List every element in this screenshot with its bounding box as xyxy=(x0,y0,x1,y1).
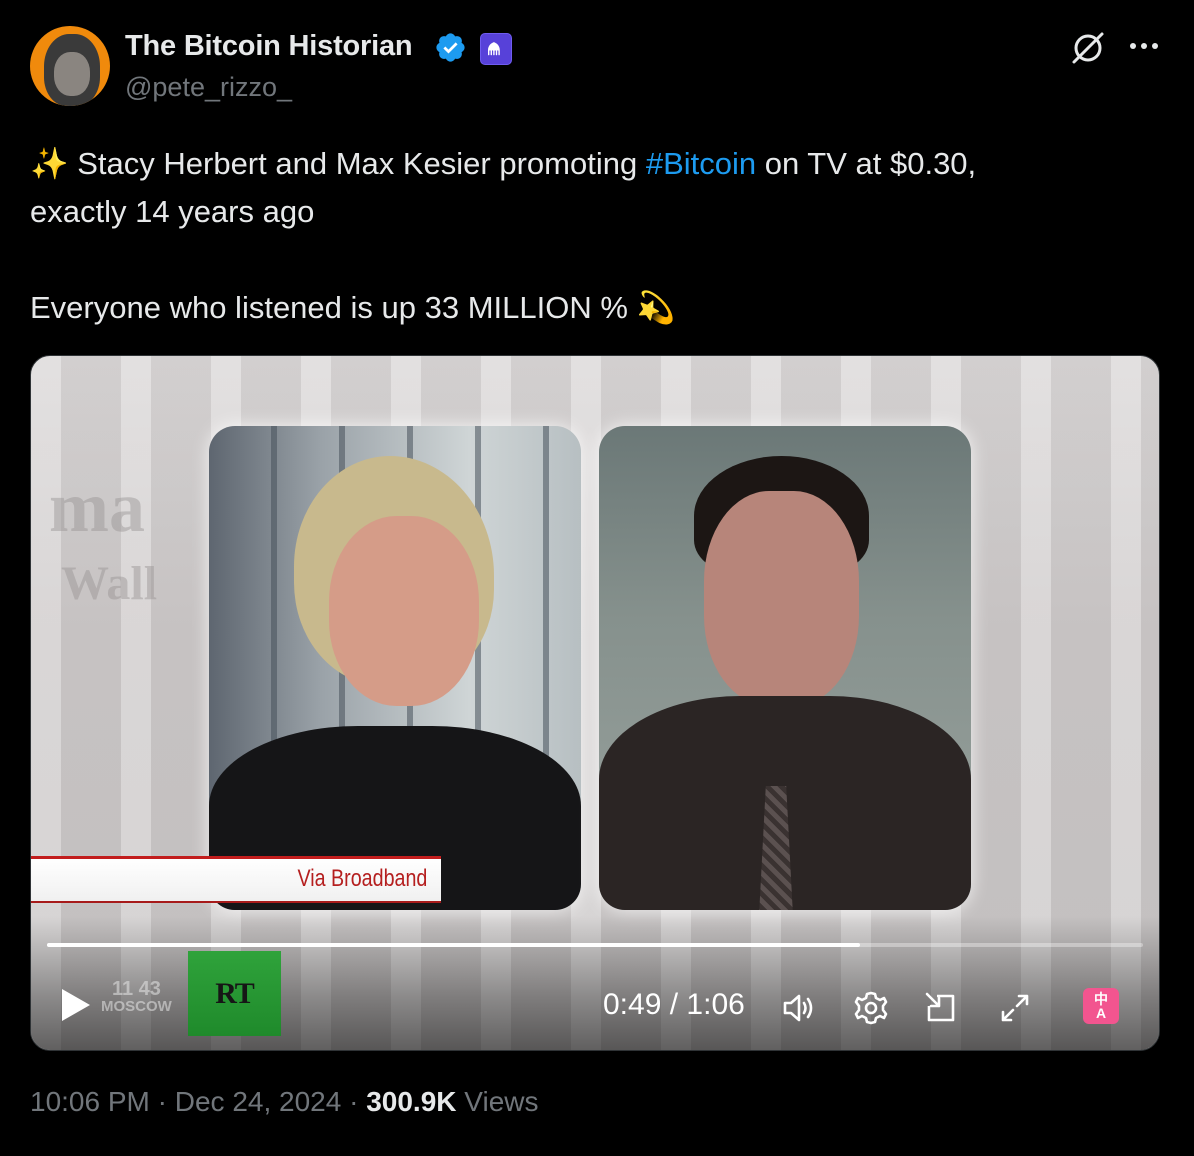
kraken-logo-icon xyxy=(488,42,500,56)
video-frame-right-host xyxy=(599,426,971,910)
hashtag-link[interactable]: #Bitcoin xyxy=(646,146,756,181)
tweet-line-2: exactly 14 years ago xyxy=(30,194,315,229)
tv-clock-time: 11 43 xyxy=(111,978,161,1000)
post-time[interactable]: 10:06 PM xyxy=(30,1086,150,1117)
channel-logo-text: RT xyxy=(215,976,255,1010)
channel-logo: RT xyxy=(188,951,281,1036)
views-count: 300.9K xyxy=(366,1086,457,1117)
video-frame-left-guest xyxy=(209,426,581,910)
more-options-icon[interactable] xyxy=(1124,26,1164,66)
user-handle[interactable]: @pete_rizzo_ xyxy=(125,72,292,103)
host-face xyxy=(704,491,859,706)
separator-dot: · xyxy=(349,1086,359,1117)
views-label: Views xyxy=(464,1086,539,1117)
tweet-line-1: ✨ Stacy Herbert and Max Kesier promoting… xyxy=(30,140,1160,188)
play-icon[interactable] xyxy=(59,986,93,1024)
background-graphic: ma xyxy=(49,467,145,547)
display-name[interactable]: The Bitcoin Historian xyxy=(125,30,413,63)
duration: 1:06 xyxy=(686,988,745,1021)
tweet-text-part: Everyone who listened is up 33 MILLION % xyxy=(30,290,628,325)
sparkles-emoji: ✨ xyxy=(30,146,69,181)
tweet-text: ✨ Stacy Herbert and Max Kesier promoting… xyxy=(30,140,1160,332)
tweet: The Bitcoin Historian @pete_rizzo_ ✨ Sta… xyxy=(0,0,1194,1156)
translate-glyph-bottom: A xyxy=(1095,1005,1107,1021)
separator-dot: · xyxy=(157,1086,167,1117)
avatar[interactable] xyxy=(30,26,110,106)
post-date[interactable]: Dec 24, 2024 xyxy=(175,1086,342,1117)
background-graphic: Wall xyxy=(61,557,158,610)
gear-icon[interactable] xyxy=(851,988,891,1028)
video-player[interactable]: ma Wall Via Broadband 11 43 MOSCOW RT 0:… xyxy=(30,355,1160,1051)
verified-badge-icon[interactable] xyxy=(434,31,467,64)
tweet-line-3: Everyone who listened is up 33 MILLION %… xyxy=(30,284,1160,332)
tweet-text-part: Stacy Herbert and Max Kesier promoting xyxy=(77,146,638,181)
grok-icon[interactable] xyxy=(1066,26,1110,70)
translate-glyph-top: 中 xyxy=(1094,991,1108,1007)
guest-face xyxy=(329,516,479,706)
fullscreen-icon[interactable] xyxy=(995,988,1035,1028)
current-time: 0:49 xyxy=(603,988,662,1021)
tweet-text-part: on TV at $0.30, xyxy=(764,146,977,181)
tv-clock-city: MOSCOW xyxy=(101,998,172,1015)
avatar-face xyxy=(54,52,90,96)
video-time: 0:49 / 1:06 xyxy=(603,988,745,1022)
video-progress-fill xyxy=(47,943,861,947)
affiliate-badge-icon[interactable] xyxy=(480,33,512,65)
volume-icon[interactable] xyxy=(779,988,819,1028)
time-separator: / xyxy=(669,988,679,1021)
video-progress-bar[interactable] xyxy=(47,943,1143,947)
tv-clock: 11 43 MOSCOW xyxy=(101,978,172,1016)
tweet-metadata: 10:06 PM · Dec 24, 2024 · 300.9K Views xyxy=(30,1086,538,1118)
dizzy-emoji: 💫 xyxy=(636,290,676,325)
translate-icon[interactable]: 中 A xyxy=(1083,988,1119,1024)
picture-in-picture-icon[interactable] xyxy=(921,988,961,1028)
lower-third-text: Via Broadband xyxy=(297,865,427,892)
lower-third-caption: Via Broadband xyxy=(31,856,441,903)
translate-icon-glyphs: 中 A xyxy=(1094,992,1108,1020)
